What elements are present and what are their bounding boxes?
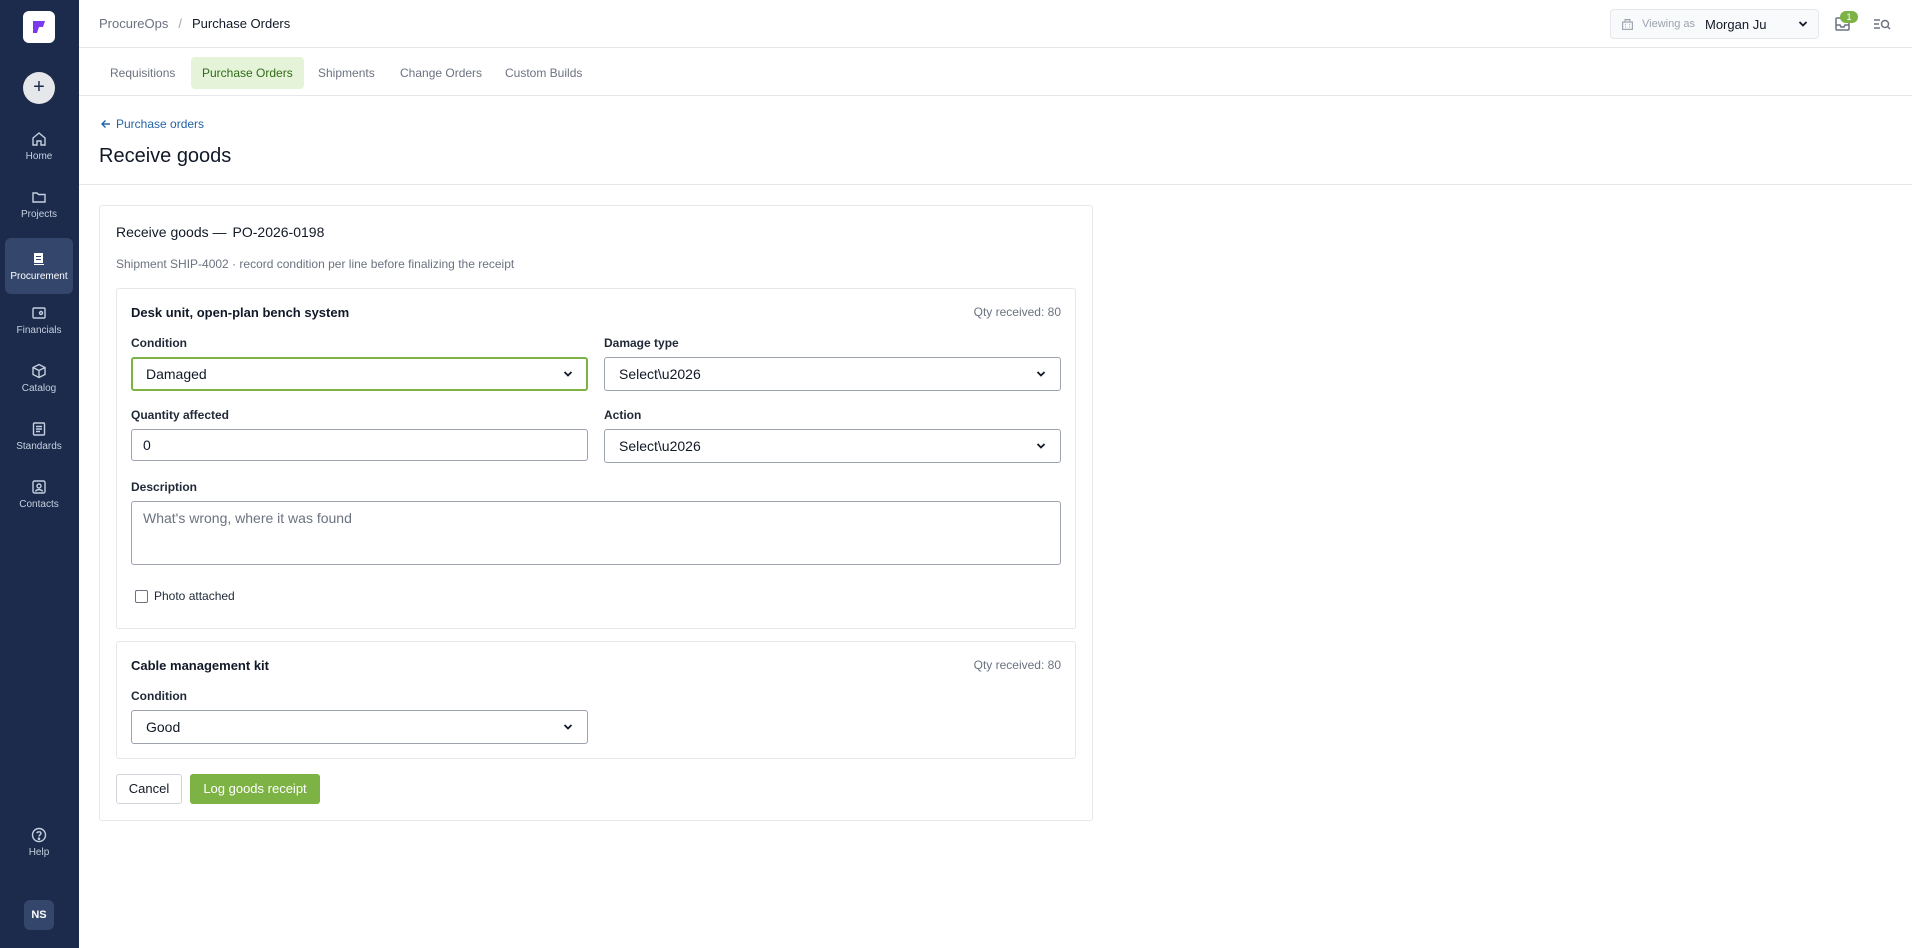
receive-goods-card: Receive goods — PO-2026-0198 Shipment SHI… <box>99 205 1093 821</box>
log-goods-receipt-button[interactable]: Log goods receipt <box>190 774 320 804</box>
form-title: Receive goods — PO-2026-0198 <box>116 224 324 240</box>
form-title-label: Receive goods — <box>116 224 227 240</box>
condition-select-value: Good <box>146 719 181 735</box>
page-title: Receive goods <box>99 145 232 167</box>
action-label: Action <box>604 408 642 422</box>
sidebar-item-projects[interactable]: Projects <box>5 176 73 232</box>
chevron-down-icon <box>1798 21 1808 27</box>
plus-icon: + <box>33 76 45 98</box>
tab-change-orders[interactable]: Change Orders <box>389 57 493 89</box>
photo-attached-row[interactable]: Photo attached <box>135 589 235 603</box>
sidebar-item-procurement[interactable]: Procurement <box>5 238 73 294</box>
document-list-icon <box>32 421 46 436</box>
condition-select-value: Damaged <box>146 366 207 382</box>
sidebar: + Home Projects Procurement Financials C… <box>0 0 79 948</box>
box-icon <box>32 363 46 378</box>
tab-custom-builds[interactable]: Custom Builds <box>494 57 593 89</box>
section-tabs: Requisitions Purchase Orders Shipments C… <box>79 48 1912 96</box>
description-textarea[interactable]: What's wrong, where it was found <box>131 501 1061 565</box>
avatar[interactable]: NS <box>24 900 54 930</box>
damage-type-select-value: Select\u2026 <box>619 366 701 382</box>
form-subtitle: Shipment SHIP-4002 · record condition pe… <box>116 257 515 271</box>
sidebar-item-label: Catalog <box>21 382 57 394</box>
action-select[interactable]: Select\u2026 <box>604 429 1061 463</box>
line-item: Cable management kit Qty received: 80 Co… <box>116 641 1076 759</box>
breadcrumb-root[interactable]: ProcureOps <box>99 16 168 31</box>
sidebar-item-label: Procurement <box>10 270 68 282</box>
arrow-left-icon <box>101 120 110 128</box>
tab-purchase-orders[interactable]: Purchase Orders <box>191 57 304 89</box>
folder-icon <box>32 191 46 203</box>
chevron-down-icon <box>563 724 573 730</box>
back-link-label: Purchase orders <box>116 117 205 131</box>
sidebar-item-financials[interactable]: Financials <box>5 292 73 348</box>
quantity-affected-label: Quantity affected <box>131 408 230 422</box>
sidebar-item-catalog[interactable]: Catalog <box>5 350 73 406</box>
condition-label: Condition <box>131 689 187 703</box>
logo-icon <box>33 21 45 33</box>
line-item-name: Cable management kit <box>131 658 269 673</box>
sidebar-item-label: Contacts <box>19 498 59 510</box>
cancel-button[interactable]: Cancel <box>116 774 182 804</box>
inbox-badge: 1 <box>1840 11 1858 23</box>
condition-label: Condition <box>131 336 187 350</box>
sidebar-item-label: Home <box>25 150 53 162</box>
viewing-as-selector[interactable]: Viewing as Morgan Ju <box>1610 9 1819 39</box>
chevron-down-icon <box>1036 371 1046 377</box>
sidebar-item-label: Standards <box>16 440 62 452</box>
condition-select[interactable]: Good <box>131 710 588 744</box>
procurement-icon <box>34 252 44 265</box>
help-icon <box>31 827 47 842</box>
contact-card-icon <box>32 479 46 494</box>
damage-type-select[interactable]: Select\u2026 <box>604 357 1061 391</box>
chevron-down-icon <box>563 371 573 377</box>
quantity-affected-input[interactable]: 0 <box>131 429 588 461</box>
sidebar-item-standards[interactable]: Standards <box>5 408 73 464</box>
sidebar-item-contacts[interactable]: Contacts <box>5 466 73 522</box>
top-bar: ProcureOps / Purchase Orders Viewing as Mo… <box>79 0 1912 48</box>
add-button[interactable]: + <box>23 72 55 104</box>
viewing-as-user: Morgan Ju <box>1705 16 1767 32</box>
line-item-name: Desk unit, open-plan bench system <box>131 305 350 320</box>
breadcrumb-separator: / <box>178 16 182 31</box>
back-link[interactable]: Purchase orders <box>100 117 204 131</box>
qty-received: Qty received: 80 <box>973 305 1061 319</box>
sidebar-item-label: Help <box>28 846 50 858</box>
header-divider <box>79 184 1912 185</box>
app-logo[interactable] <box>23 11 55 43</box>
po-number: PO-2026-0198 <box>232 224 325 240</box>
damage-type-label: Damage type <box>604 336 679 350</box>
action-select-value: Select\u2026 <box>619 438 701 454</box>
search-list-icon[interactable] <box>1872 14 1892 34</box>
qty-received: Qty received: 80 <box>973 658 1061 672</box>
breadcrumb: ProcureOps / Purchase Orders <box>99 16 290 31</box>
photo-attached-checkbox[interactable] <box>135 589 148 603</box>
viewing-as-label: Viewing as <box>1642 18 1695 30</box>
description-label: Description <box>131 480 198 494</box>
condition-select[interactable]: Damaged <box>131 357 588 391</box>
tab-shipments[interactable]: Shipments <box>307 57 386 89</box>
sidebar-item-home[interactable]: Home <box>5 118 73 174</box>
sidebar-item-label: Financials <box>16 324 62 336</box>
chevron-down-icon <box>1036 443 1046 449</box>
photo-attached-label: Photo attached <box>154 589 235 603</box>
sidebar-item-help[interactable]: Help <box>5 814 73 870</box>
line-item: Desk unit, open-plan bench system Qty re… <box>116 288 1076 629</box>
wallet-icon <box>32 306 46 319</box>
tab-requisitions[interactable]: Requisitions <box>99 57 186 89</box>
sidebar-item-label: Projects <box>20 208 58 220</box>
breadcrumb-current: Purchase Orders <box>192 16 291 31</box>
home-icon <box>32 131 46 146</box>
building-icon <box>1622 18 1633 30</box>
